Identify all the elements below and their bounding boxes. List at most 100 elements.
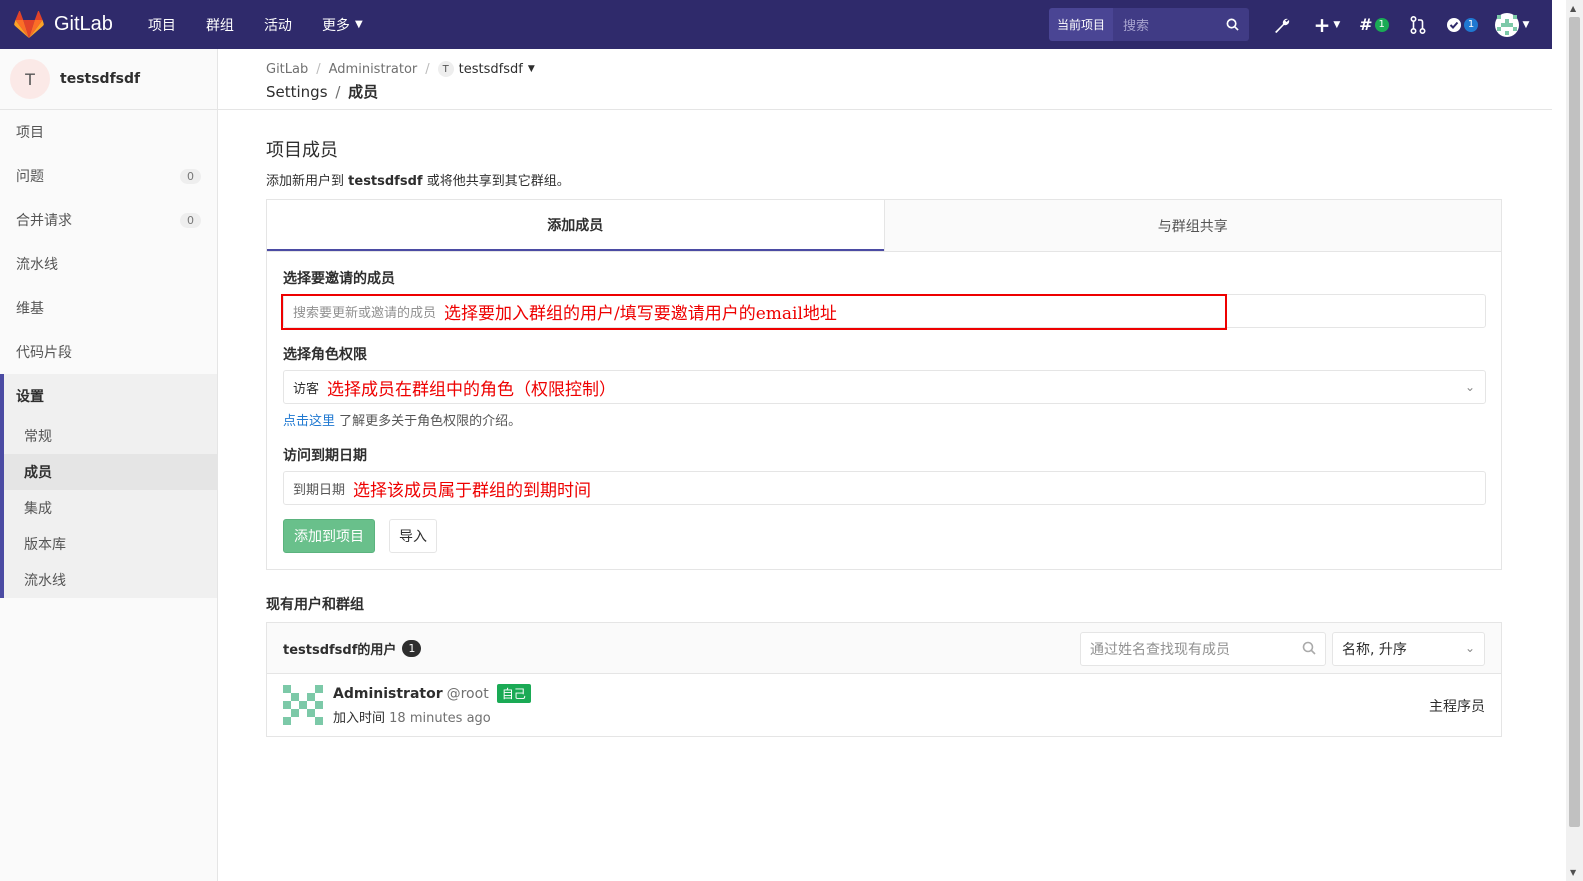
breadcrumb-separator: / xyxy=(425,61,430,77)
issues-count-badge: 0 xyxy=(180,168,201,184)
identicon-icon xyxy=(1496,14,1517,35)
role-annotation: 选择成员在群组中的角色（权限控制） xyxy=(327,379,617,400)
breadcrumb-separator: / xyxy=(316,61,321,77)
member-joined-label: 加入时间 xyxy=(333,711,386,726)
nav-activity[interactable]: 活动 xyxy=(249,15,307,35)
todos-count-badge: 1 xyxy=(1463,17,1479,32)
nav-groups[interactable]: 群组 xyxy=(191,15,249,35)
list-item: Administrator @root 自己 加入时间 18 minutes a… xyxy=(267,674,1501,736)
admin-wrench-button[interactable] xyxy=(1266,0,1298,49)
member-tabs: 添加成员 与群组共享 xyxy=(267,200,1501,251)
search-box: 当前项目 搜索 xyxy=(1048,8,1249,41)
brand-name: GitLab xyxy=(54,13,113,35)
scroll-thumb[interactable] xyxy=(1569,17,1580,827)
sidebar-subitem-repository[interactable]: 版本库 xyxy=(4,526,217,562)
existing-members-title: 现有用户和群组 xyxy=(266,597,364,613)
chevron-down-icon: ▼ xyxy=(527,64,535,74)
breadcrumb-settings[interactable]: Settings xyxy=(266,83,328,101)
tab-share-with-group[interactable]: 与群组共享 xyxy=(883,200,1501,251)
role-select[interactable]: 访客 选择成员在群组中的角色（权限控制） ⌄ xyxy=(283,370,1486,404)
member-role: 主程序员 xyxy=(1429,699,1485,715)
scroll-down-icon[interactable]: ▼ xyxy=(1570,868,1576,877)
desc-prefix: 添加新用户到 xyxy=(266,174,345,189)
tab-add-member[interactable]: 添加成员 xyxy=(267,200,884,251)
chevron-down-icon: ⌄ xyxy=(1464,641,1475,655)
section-description: 添加新用户到 testsdfsdf 或将他共享到其它群组。 xyxy=(266,170,1504,189)
sidebar-subitem-pipelines[interactable]: 流水线 xyxy=(4,562,217,598)
plus-icon: + xyxy=(1313,12,1331,37)
scroll-up-icon[interactable]: ▲ xyxy=(1570,4,1576,13)
members-header-title: testsdfsdf的用户 xyxy=(283,642,397,658)
expiry-label: 访问到期日期 xyxy=(283,448,367,464)
invite-label: 选择要邀请的成员 xyxy=(283,271,395,287)
todo-check-icon xyxy=(1446,17,1461,32)
sidebar-subitem-general[interactable]: 常规 xyxy=(4,418,217,454)
sidebar-subitem-members[interactable]: 成员 xyxy=(4,454,217,490)
nav-more[interactable]: 更多 ▼ xyxy=(307,15,378,35)
main-content: GitLab / Administrator / T testsdfsdf ▼ … xyxy=(218,49,1552,881)
new-dropdown-button[interactable]: + ▼ xyxy=(1308,0,1346,49)
sidebar-project-header[interactable]: T testsdfsdf xyxy=(0,49,217,110)
chevron-down-icon: ▼ xyxy=(354,19,363,30)
members-header: testsdfsdf的用户 1 通过姓名查找现有成员 名称, 升序 ⌄ xyxy=(267,623,1501,674)
breadcrumb-gitlab[interactable]: GitLab xyxy=(266,62,308,77)
breadcrumb-separator: / xyxy=(335,83,341,101)
merge-requests-button[interactable] xyxy=(1402,0,1434,49)
sidebar-item-label: 问题 xyxy=(16,169,44,185)
sidebar-subitem-integrations[interactable]: 集成 xyxy=(4,490,217,526)
sidebar-item-merge-requests[interactable]: 合并请求 0 xyxy=(0,198,217,242)
chevron-down-icon: ▼ xyxy=(1333,19,1341,30)
role-help-text: 点击这里 了解更多关于角色权限的介绍。 xyxy=(283,410,1485,429)
page-title: 成员 xyxy=(348,83,379,101)
todos-button[interactable]: 1 xyxy=(1444,0,1480,49)
members-card: testsdfsdf的用户 1 通过姓名查找现有成员 名称, 升序 ⌄ Admi… xyxy=(266,622,1502,737)
import-button[interactable]: 导入 xyxy=(389,519,437,553)
search-input[interactable]: 搜索 xyxy=(1113,8,1249,41)
invite-members-input[interactable]: 搜索要更新或邀请的成员 选择要加入群组的用户/填写要邀请用户的email地址 xyxy=(281,294,1486,330)
avatar xyxy=(1494,12,1519,37)
avatar xyxy=(283,685,323,725)
role-help-link[interactable]: 点击这里 xyxy=(283,414,335,429)
invite-annotation: 选择要加入群组的用户/填写要邀请用户的email地址 xyxy=(444,303,837,324)
page-scrollbar[interactable]: ▲ ▼ xyxy=(1566,0,1583,881)
chevron-down-icon: ▼ xyxy=(1522,19,1530,30)
issues-count-badge: 1 xyxy=(1374,17,1389,32)
invite-placeholder: 搜索要更新或邀请的成员 xyxy=(293,305,437,321)
sort-select[interactable]: 名称, 升序 ⌄ xyxy=(1332,632,1485,666)
gitlab-logo[interactable]: GitLab xyxy=(14,10,113,39)
role-help-suffix: 了解更多关于角色权限的介绍。 xyxy=(339,414,522,429)
find-member-input[interactable]: 通过姓名查找现有成员 xyxy=(1080,632,1326,666)
project-sidebar: T testsdfsdf 项目 问题 0 合并请求 0 流水线 维基 代码片段 设置… xyxy=(0,49,218,881)
top-navbar: GitLab 项目 群组 活动 更多 ▼ 当前项目 搜索 + ▼ # 1 1 ▼ xyxy=(0,0,1552,49)
member-joined-time: 18 minutes ago xyxy=(389,711,491,726)
status-badge: 自己 xyxy=(496,684,531,703)
desc-suffix: 或将他共享到其它群组。 xyxy=(426,174,570,189)
role-label: 选择角色权限 xyxy=(283,347,367,363)
sidebar-item-pipelines[interactable]: 流水线 xyxy=(0,242,217,286)
sidebar-item-label: 项目 xyxy=(16,125,44,141)
merge-request-icon xyxy=(1410,15,1426,34)
members-count-badge: 1 xyxy=(402,639,422,657)
sidebar-item-project[interactable]: 项目 xyxy=(0,110,217,154)
breadcrumb: GitLab / Administrator / T testsdfsdf ▼ … xyxy=(218,49,1552,110)
project-name: testsdfsdf xyxy=(60,71,141,87)
issues-button[interactable]: # 1 xyxy=(1356,0,1392,49)
breadcrumb-project[interactable]: T testsdfsdf ▼ xyxy=(437,61,535,77)
gitlab-tanuki-icon xyxy=(14,10,44,38)
nav-projects[interactable]: 项目 xyxy=(133,15,191,35)
page-crumb: Settings / 成员 xyxy=(266,81,1552,102)
sidebar-item-wiki[interactable]: 维基 xyxy=(0,286,217,330)
search-scope-label[interactable]: 当前项目 xyxy=(1048,8,1113,41)
search-icon xyxy=(1226,18,1239,31)
expiry-date-input[interactable]: 到期日期 选择该成员属于群组的到期时间 xyxy=(283,471,1486,505)
breadcrumb-project-label: testsdfsdf xyxy=(458,61,523,77)
sidebar-item-label: 代码片段 xyxy=(16,345,72,361)
breadcrumb-administrator[interactable]: Administrator xyxy=(329,62,418,77)
merge-requests-count-badge: 0 xyxy=(180,212,201,228)
member-name[interactable]: Administrator xyxy=(333,686,443,702)
add-to-project-button[interactable]: 添加到项目 xyxy=(283,519,375,553)
sidebar-item-snippets[interactable]: 代码片段 xyxy=(0,330,217,374)
user-menu-button[interactable]: ▼ xyxy=(1490,0,1534,49)
sidebar-item-settings[interactable]: 设置 xyxy=(4,374,217,418)
sidebar-item-issues[interactable]: 问题 0 xyxy=(0,154,217,198)
